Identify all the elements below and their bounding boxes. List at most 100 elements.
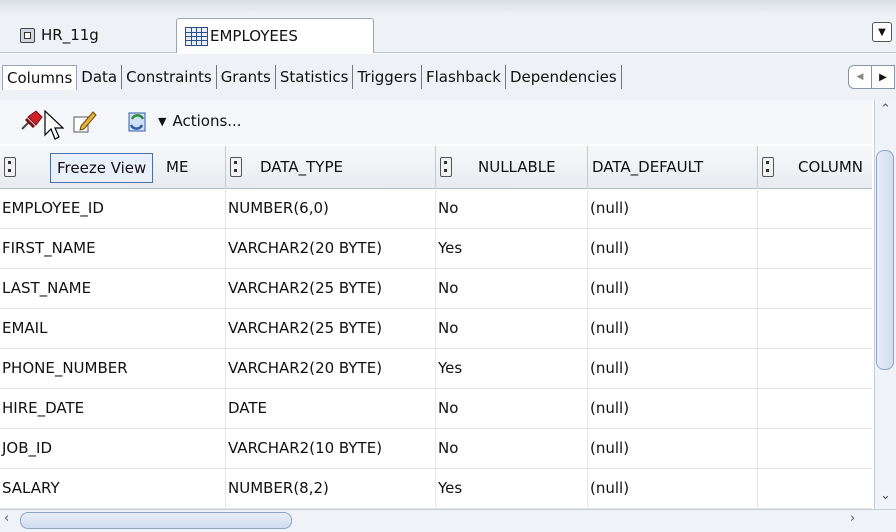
cell-column-name[interactable]: PHONE_NUMBER (0, 348, 226, 388)
window-top-edge (0, 0, 896, 14)
table-row[interactable]: EMAIL VARCHAR2(25 BYTE) No (null) (0, 308, 872, 349)
cell-column-id[interactable] (758, 308, 872, 348)
header-data-type[interactable]: DATA_TYPE (226, 146, 436, 188)
mouse-cursor-icon (44, 110, 64, 140)
freeze-view-tooltip: Freeze View (50, 153, 154, 183)
cell-data-type[interactable]: VARCHAR2(25 BYTE) (226, 268, 436, 308)
sort-icon (762, 157, 774, 177)
actions-label: Actions... (172, 112, 242, 130)
cell-data-default[interactable]: (null) (588, 468, 758, 508)
subtab-scroll-left-button[interactable]: ◀ (848, 65, 872, 89)
pin-icon[interactable] (18, 109, 44, 135)
edit-icon[interactable] (72, 109, 98, 135)
cell-column-id[interactable] (758, 388, 872, 428)
table-row[interactable]: FIRST_NAME VARCHAR2(20 BYTE) Yes (null) (0, 228, 872, 269)
cell-nullable[interactable]: No (436, 188, 588, 228)
subtab-scroll-right-button[interactable]: ▶ (871, 65, 895, 89)
cell-column-id[interactable] (758, 228, 872, 268)
sort-icon (4, 157, 16, 177)
header-data-type-label: DATA_TYPE (260, 158, 343, 176)
subtab-flashback[interactable]: Flashback (422, 65, 506, 89)
cell-data-type[interactable]: NUMBER(8,2) (226, 468, 436, 508)
cell-nullable[interactable]: No (436, 308, 588, 348)
arrow-right-icon: ▶ (879, 71, 887, 83)
arrow-left-icon: ◀ (856, 72, 864, 82)
cell-data-default[interactable]: (null) (588, 268, 758, 308)
table-row[interactable]: EMPLOYEE_ID NUMBER(6,0) No (null) (0, 188, 872, 229)
cell-data-default[interactable]: (null) (588, 308, 758, 348)
arrow-up-icon[interactable]: ⌃ (880, 102, 891, 117)
cell-data-default[interactable]: (null) (588, 388, 758, 428)
header-nullable-label: NULLABLE (478, 158, 556, 176)
cell-data-type[interactable]: VARCHAR2(20 BYTE) (226, 348, 436, 388)
cell-data-type[interactable]: VARCHAR2(10 BYTE) (226, 428, 436, 468)
header-column-id[interactable]: COLUMN (758, 146, 872, 188)
table-row[interactable]: PHONE_NUMBER VARCHAR2(20 BYTE) Yes (null) (0, 348, 872, 389)
cell-nullable[interactable]: No (436, 388, 588, 428)
chevron-down-icon: ▼ (878, 26, 886, 38)
cell-column-name[interactable]: EMPLOYEE_ID (0, 188, 226, 228)
table-row[interactable]: HIRE_DATE DATE No (null) (0, 388, 872, 429)
cell-column-name[interactable]: JOB_ID (0, 428, 226, 468)
subtab-grants[interactable]: Grants (217, 65, 276, 89)
table-row[interactable]: SALARY NUMBER(8,2) Yes (null) (0, 468, 872, 509)
cell-data-default[interactable]: (null) (588, 188, 758, 228)
database-connection-icon (20, 27, 35, 43)
cell-column-name[interactable]: FIRST_NAME (0, 228, 226, 268)
refresh-icon[interactable] (124, 109, 150, 135)
cell-column-name[interactable]: HIRE_DATE (0, 388, 226, 428)
cell-column-id[interactable] (758, 468, 872, 508)
cell-column-id[interactable] (758, 428, 872, 468)
actions-menu[interactable]: ▼ Actions... (158, 112, 242, 130)
cell-data-type[interactable]: VARCHAR2(25 BYTE) (226, 308, 436, 348)
cell-column-name[interactable]: SALARY (0, 468, 226, 508)
subtab-constraints[interactable]: Constraints (122, 65, 217, 89)
header-data-default[interactable]: DATA_DEFAULT (588, 146, 758, 188)
tab-hr-11g[interactable]: HR_11g (12, 18, 168, 52)
tab-hr-11g-label: HR_11g (41, 26, 99, 44)
subtab-triggers[interactable]: Triggers (353, 65, 422, 89)
vertical-scroll-thumb[interactable] (876, 150, 894, 370)
table-row[interactable]: JOB_ID VARCHAR2(10 BYTE) No (null) (0, 428, 872, 469)
header-data-default-label: DATA_DEFAULT (592, 158, 704, 176)
dropdown-triangle-icon: ▼ (158, 114, 167, 128)
cell-nullable[interactable]: Yes (436, 228, 588, 268)
cell-data-default[interactable]: (null) (588, 348, 758, 388)
tab-employees[interactable]: EMPLOYEES (176, 18, 374, 53)
cell-column-id[interactable] (758, 188, 872, 228)
tab-employees-label: EMPLOYEES (210, 27, 298, 45)
subtab-statistics[interactable]: Statistics (276, 65, 354, 89)
cell-column-name[interactable]: LAST_NAME (0, 268, 226, 308)
cell-column-name[interactable]: EMAIL (0, 308, 226, 348)
subtab-data[interactable]: Data (77, 65, 123, 89)
table-row[interactable]: LAST_NAME VARCHAR2(25 BYTE) No (null) (0, 268, 872, 309)
grid-toolbar (0, 100, 872, 144)
columns-grid: ME DATA_TYPE NULLABLE DATA_DEFAULT COLUM… (0, 146, 872, 509)
cell-data-default[interactable]: (null) (588, 428, 758, 468)
cell-data-type[interactable]: NUMBER(6,0) (226, 188, 436, 228)
sub-tab-bar: Columns Data Constraints Grants Statisti… (0, 54, 896, 100)
header-column-id-label: COLUMN (798, 158, 864, 176)
arrow-down-icon[interactable]: ⌄ (880, 488, 891, 503)
cell-column-id[interactable] (758, 348, 872, 388)
cell-data-type[interactable]: DATE (226, 388, 436, 428)
cell-nullable[interactable]: No (436, 268, 588, 308)
sort-icon (440, 157, 452, 177)
cell-data-type[interactable]: VARCHAR2(20 BYTE) (226, 228, 436, 268)
editor-tab-strip: HR_11g EMPLOYEES (0, 14, 896, 53)
cell-data-default[interactable]: (null) (588, 228, 758, 268)
header-nullable[interactable]: NULLABLE (436, 146, 588, 188)
cell-nullable[interactable]: No (436, 428, 588, 468)
arrow-right-icon[interactable]: › (850, 511, 855, 526)
tab-list-menu-button[interactable]: ▼ (872, 22, 892, 42)
subtab-dependencies[interactable]: Dependencies (506, 65, 622, 89)
header-column-name-label: ME (166, 158, 189, 176)
table-icon (185, 26, 208, 46)
sort-icon (230, 157, 242, 177)
cell-nullable[interactable]: Yes (436, 468, 588, 508)
subtab-columns[interactable]: Columns (2, 64, 78, 90)
cell-nullable[interactable]: Yes (436, 348, 588, 388)
cell-column-id[interactable] (758, 268, 872, 308)
arrow-left-icon[interactable]: ‹ (4, 511, 9, 526)
horizontal-scroll-thumb[interactable] (20, 512, 292, 529)
